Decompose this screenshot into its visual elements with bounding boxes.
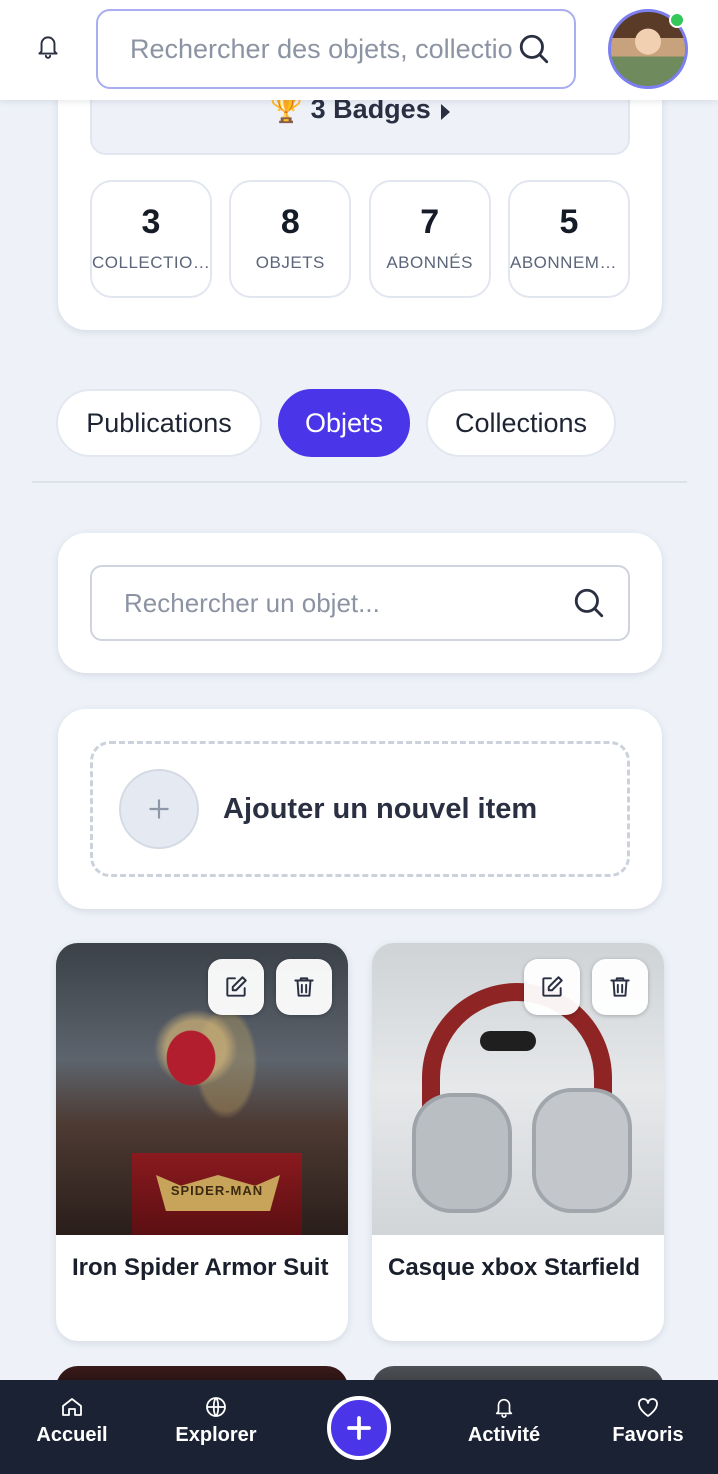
stat-label: ABONNÉS [386,253,473,272]
headset-slot [480,1031,536,1051]
delete-button[interactable] [592,959,648,1015]
tab-publications[interactable]: Publications [56,389,262,457]
online-status-dot [669,12,685,28]
object-card[interactable]: SPIDER-MAN Iron Spider Armor Suit [56,943,348,1341]
object-card[interactable]: Casque xbox Starfield [372,943,664,1341]
headset-cup [412,1093,512,1213]
delete-button[interactable] [276,959,332,1015]
tab-objects[interactable]: Objets [278,389,410,457]
divider [32,481,687,483]
profile-avatar-button[interactable] [608,9,688,89]
global-search-input[interactable] [130,33,514,65]
stat-followers[interactable]: 7 ABONNÉS [368,180,491,298]
home-icon [62,1398,82,1416]
stat-collections[interactable]: 3 COLLECTIONS [90,180,212,298]
nav-activity[interactable]: Activité [444,1394,564,1447]
nav-label: Accueil [36,1424,108,1446]
plus-icon [149,799,169,819]
bottom-nav: Accueil Explorer Activité Favoris [0,1380,718,1474]
edit-icon [542,976,563,997]
top-bar [0,0,718,100]
nav-label: Favoris [612,1424,684,1446]
stat-label: ABONNEMENTS [509,253,628,272]
edit-button[interactable] [208,959,264,1015]
stats-row: 3 COLLECTIONS 8 OBJETS 7 ABONNÉS 5 ABONN… [90,180,630,298]
search-icon[interactable] [572,586,606,620]
profile-page: 🏆 3 Badges 3 COLLECTIONS 8 OBJETS 7 ABON… [0,0,718,1474]
notifications-button[interactable] [30,28,66,64]
object-search-card [58,533,662,673]
object-title: Casque xbox Starfield [388,1254,641,1281]
object-search-input[interactable] [124,587,572,619]
globe-icon [206,1397,226,1417]
stat-value: 3 [141,203,161,241]
profile-tabs: Publications Objets Collections [56,389,632,457]
plus-icon [347,1416,371,1440]
tab-collections[interactable]: Collections [426,389,616,457]
global-search [96,9,576,89]
nav-label: Explorer [175,1424,257,1446]
trash-icon [294,977,314,997]
bell-icon [495,1398,513,1418]
stat-value: 8 [280,203,300,241]
search-icon[interactable] [514,29,554,69]
caret-right-icon [440,104,450,120]
packaging-text: SPIDER-MAN [170,1183,264,1198]
edit-button[interactable] [524,959,580,1015]
add-item-label: Ajouter un nouvel item [223,792,538,825]
stat-value: 5 [559,203,579,241]
trash-icon [610,977,630,997]
heart-icon [638,1398,658,1417]
nav-favorites[interactable]: Favoris [588,1394,708,1447]
add-item-card: Ajouter un nouvel item [58,709,662,909]
stat-value: 7 [420,203,440,241]
nav-label: Activité [467,1424,541,1446]
headset-cup [532,1088,632,1213]
object-search [90,565,630,641]
object-title: Iron Spider Armor Suit [72,1254,329,1281]
edit-icon [226,976,247,997]
stat-label: OBJETS [255,253,325,272]
bell-icon [38,36,58,59]
stat-objects[interactable]: 8 OBJETS [229,180,352,298]
add-item-button[interactable]: Ajouter un nouvel item [90,741,630,877]
stat-following[interactable]: 5 ABONNEMENTS [507,180,630,298]
create-button[interactable] [327,1396,391,1460]
nav-explore[interactable]: Explorer [156,1394,276,1447]
plus-circle [119,769,199,849]
packaging-graphic: SPIDER-MAN [132,1153,302,1235]
stat-label: COLLECTIONS [92,253,210,272]
nav-home[interactable]: Accueil [12,1394,132,1447]
